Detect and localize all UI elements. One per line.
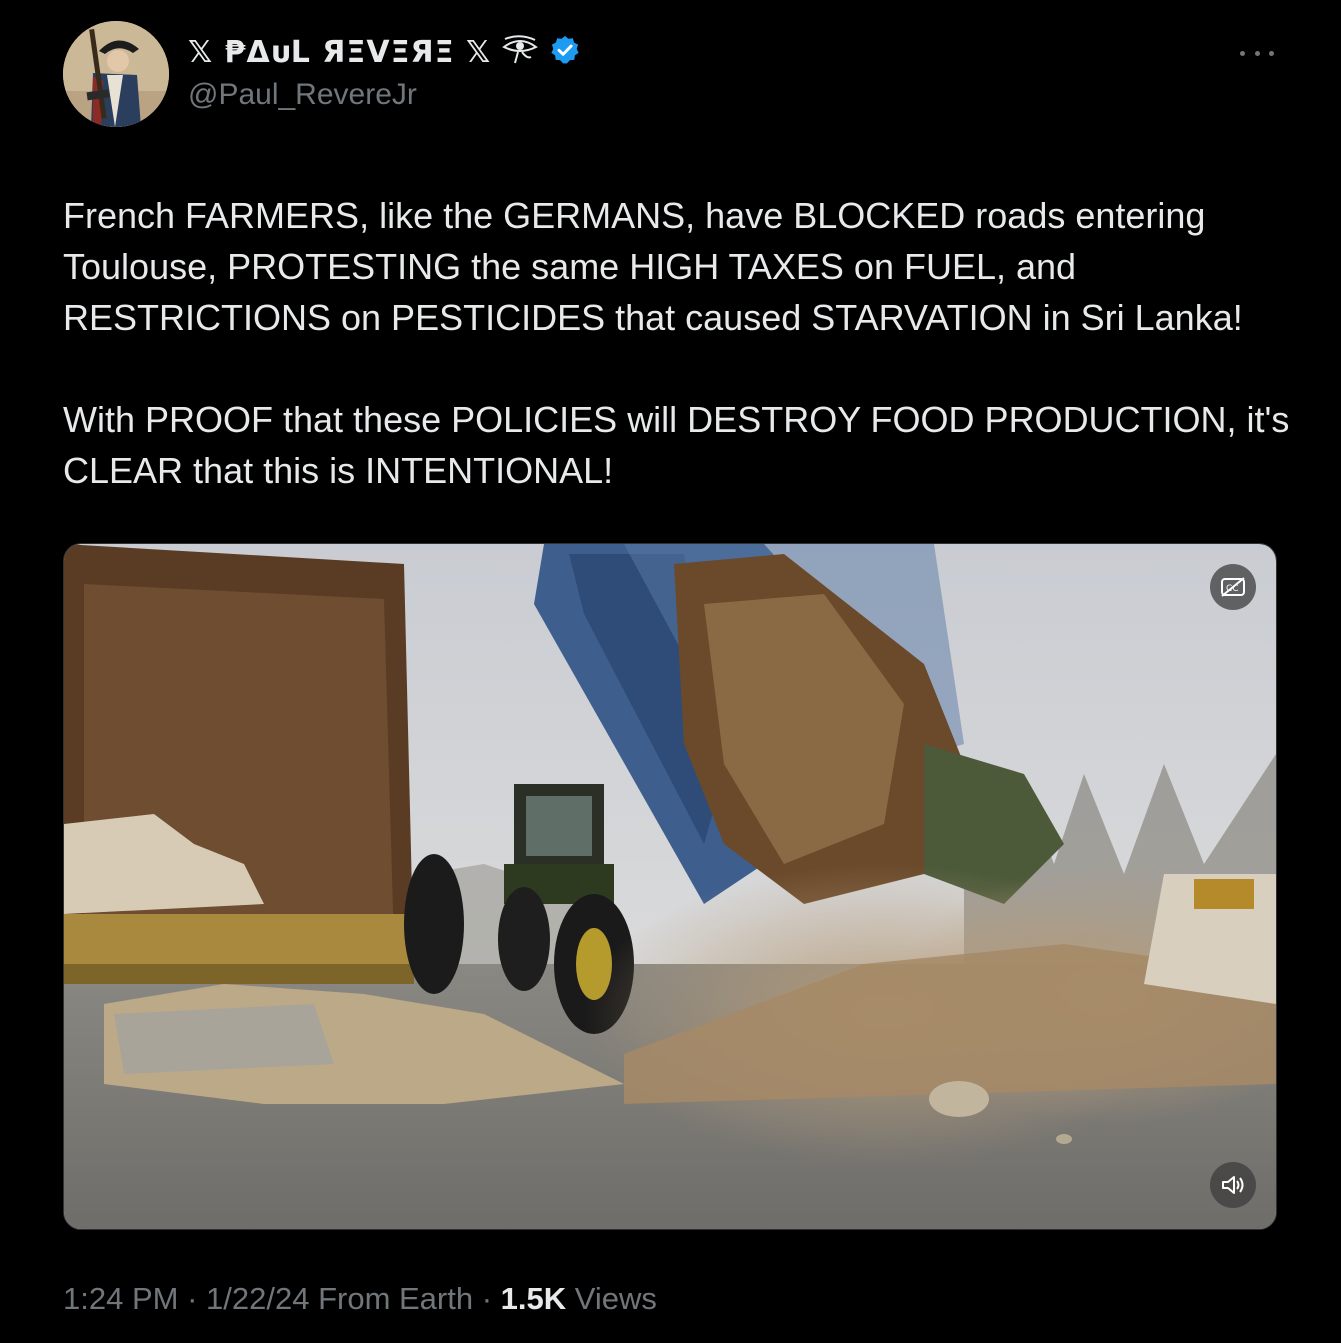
meta-separator: · [178, 1281, 207, 1316]
tweet-time[interactable]: 1:24 PM [63, 1281, 178, 1317]
verified-badge-icon[interactable] [549, 34, 581, 71]
views-count: 1.5K [500, 1281, 567, 1316]
author-handle[interactable]: @Paul_RevereJr [188, 78, 417, 112]
svg-text:CC: CC [1226, 584, 1239, 594]
views-label: Views [566, 1281, 657, 1316]
tweet-text: French FARMERS, like the GERMANS, have B… [63, 195, 1290, 491]
author-display-name[interactable]: 𝕏 ₱ΔᴜL ЯΞVΞЯΞ 𝕏 [188, 35, 491, 70]
more-icon[interactable] [1240, 40, 1274, 66]
more-dot [1269, 50, 1274, 56]
volume-icon[interactable] [1210, 1162, 1256, 1208]
tweet-video[interactable]: CC [63, 543, 1277, 1230]
avatar[interactable] [63, 21, 169, 127]
tweet-meta: 1:24 PM · 1/22/24 From Earth · 1.5K View… [63, 1281, 657, 1317]
avatar-image [63, 21, 169, 127]
more-dot [1240, 50, 1245, 56]
more-dot [1254, 50, 1260, 56]
captions-off-icon[interactable]: CC [1210, 564, 1256, 610]
eye-of-horus-icon [501, 35, 539, 70]
tweet-date[interactable]: 1/22/24 [206, 1281, 309, 1317]
meta-separator: · [473, 1281, 501, 1316]
tweet-source: From Earth [309, 1281, 474, 1316]
author-name-row[interactable]: 𝕏 ₱ΔᴜL ЯΞVΞЯΞ 𝕏 [188, 34, 581, 71]
video-frame [64, 544, 1276, 1229]
